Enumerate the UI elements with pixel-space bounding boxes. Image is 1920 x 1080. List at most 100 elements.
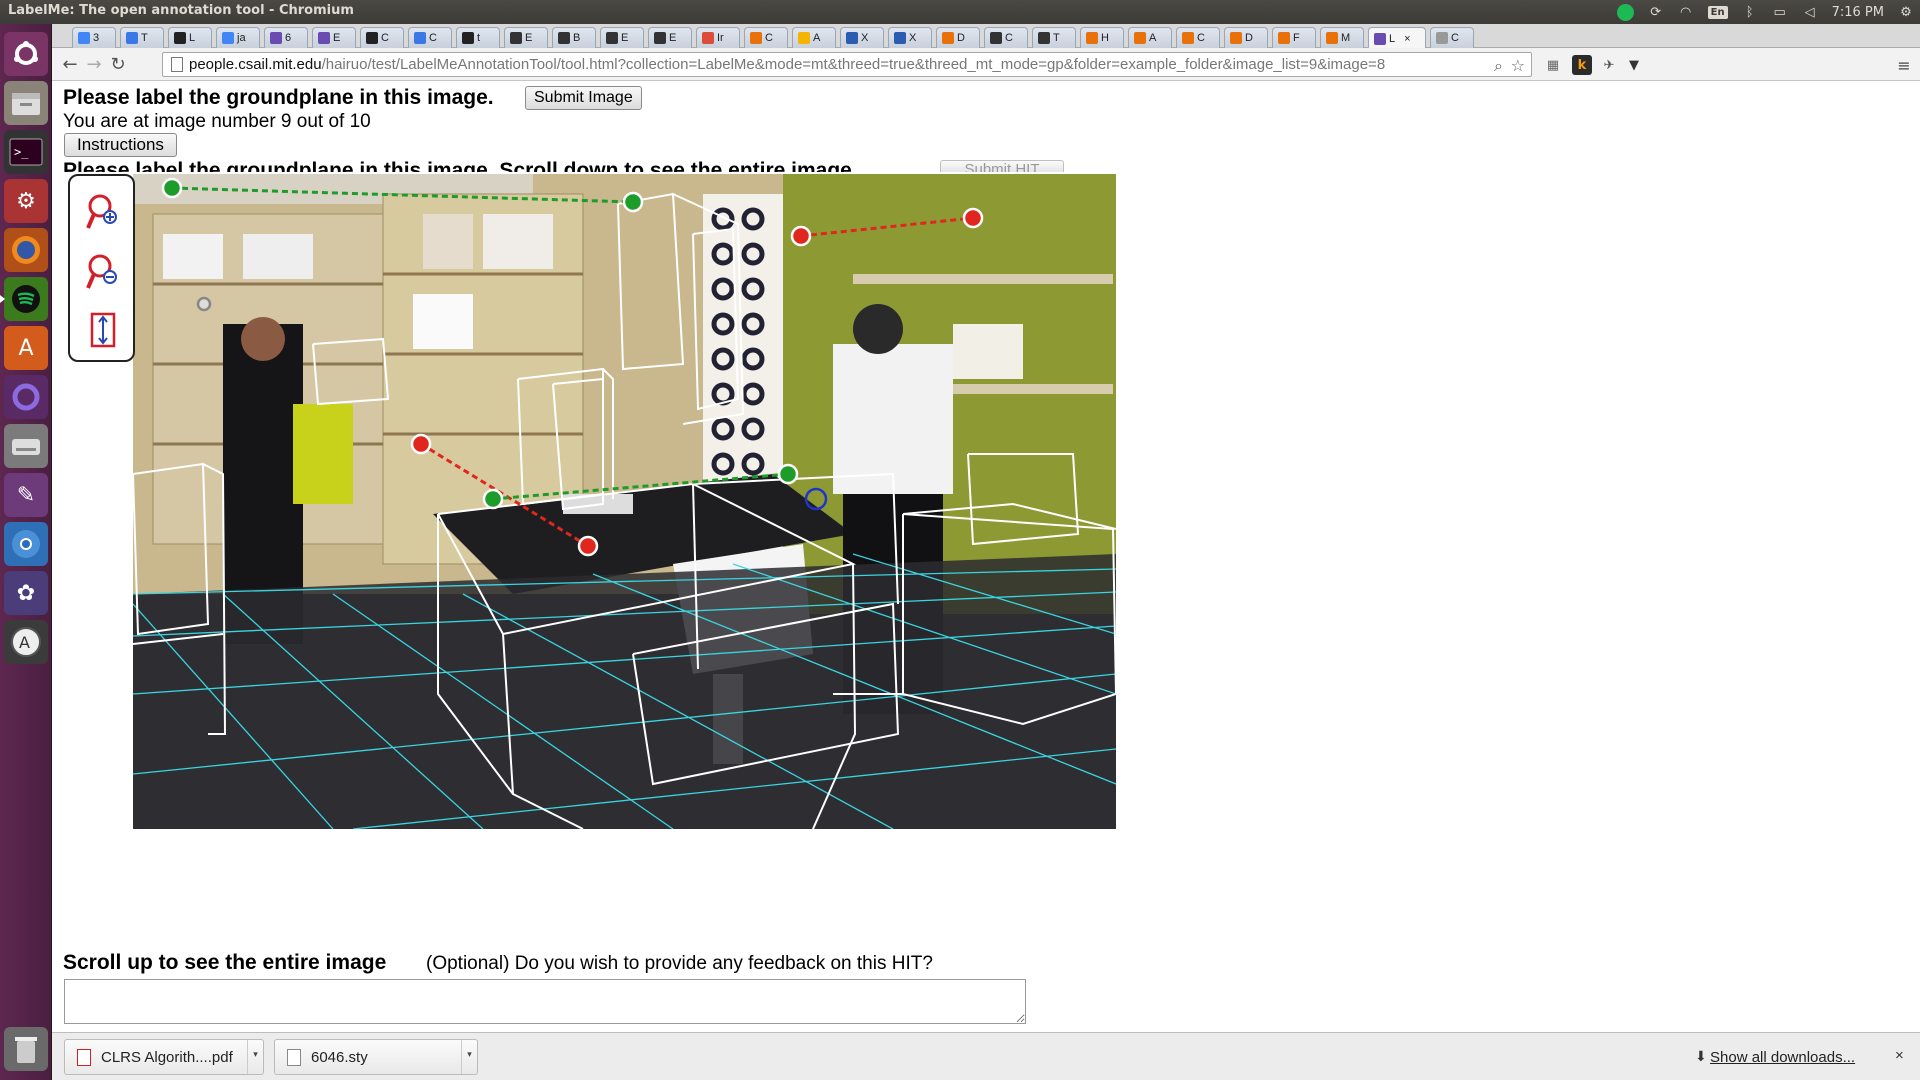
tab-label: E	[333, 32, 341, 44]
annotation-canvas[interactable]	[133, 174, 1116, 829]
control-point-green[interactable]	[622, 191, 644, 213]
browser-tab[interactable]: E	[504, 27, 548, 48]
browser-tab[interactable]: A	[1128, 27, 1172, 48]
unity-lens-icon[interactable]	[4, 375, 48, 419]
browser-tab[interactable]: C	[360, 27, 404, 48]
browser-tab[interactable]: L	[168, 27, 212, 48]
spotify-icon[interactable]	[0, 277, 48, 321]
browser-tab[interactable]: E	[648, 27, 692, 48]
zoom-out-icon[interactable]	[84, 250, 122, 294]
reload-icon[interactable]: ↻	[108, 55, 128, 75]
control-point-red[interactable]	[790, 225, 812, 247]
browser-tab[interactable]: C	[744, 27, 788, 48]
download-item[interactable]: CLRS Algorith....pdf ▾	[64, 1039, 264, 1075]
dash-home-icon[interactable]	[4, 32, 48, 76]
browser-tab[interactable]: T	[120, 27, 164, 48]
feedback-textarea[interactable]	[64, 979, 1026, 1024]
tab-label: F	[1293, 32, 1300, 44]
close-tab-icon[interactable]: ×	[1404, 33, 1410, 45]
browser-tab[interactable]: 6	[264, 27, 308, 48]
browser-tab[interactable]: C	[1430, 27, 1474, 48]
browser-tab[interactable]: A	[792, 27, 836, 48]
instructions-button[interactable]: Instructions	[64, 133, 177, 157]
close-shelf-icon[interactable]: ×	[1895, 1047, 1904, 1064]
tab-favicon-icon	[750, 32, 762, 44]
sync-icon[interactable]: ⟳	[1648, 4, 1664, 20]
browser-tab[interactable]: T	[1032, 27, 1076, 48]
extension-icon[interactable]: ▦	[1543, 55, 1563, 75]
pocket-icon[interactable]: ▼	[1624, 55, 1644, 75]
control-point-green[interactable]	[777, 463, 799, 485]
system-tray: ⟳ ◠ En ᛒ ▭ ◁ 7:16 PM ⚙	[1616, 0, 1914, 24]
browser-tab[interactable]: 3	[72, 27, 116, 48]
address-host: people.csail.mit.edu	[189, 56, 322, 73]
page-info-icon[interactable]	[171, 57, 183, 72]
software-updater-icon[interactable]: A	[4, 620, 48, 664]
software-center-icon[interactable]: A	[4, 326, 48, 370]
spotify-tray-icon[interactable]	[1616, 3, 1634, 21]
control-point-red[interactable]	[577, 535, 599, 557]
k-extension-icon[interactable]: k	[1572, 55, 1592, 75]
battery-icon[interactable]: ▭	[1772, 4, 1788, 20]
tab-label: Ir	[717, 32, 724, 44]
disk-drive-icon[interactable]	[4, 424, 48, 468]
menu-icon[interactable]: ≡	[1894, 55, 1914, 75]
photo-app-icon[interactable]: ✿	[4, 571, 48, 615]
browser-tab[interactable]: E	[600, 27, 644, 48]
submit-image-button[interactable]: Submit Image	[525, 86, 642, 110]
bluetooth-icon[interactable]: ᛒ	[1742, 4, 1758, 20]
browser-tab[interactable]: C	[984, 27, 1028, 48]
browser-tab[interactable]: D	[1224, 27, 1268, 48]
download-item[interactable]: 6046.sty ▾	[274, 1039, 478, 1075]
wifi-icon[interactable]: ◠	[1678, 4, 1694, 20]
control-point-green[interactable]	[482, 488, 504, 510]
browser-tab[interactable]: C	[1176, 27, 1220, 48]
files-icon[interactable]	[4, 81, 48, 125]
browser-tab[interactable]: X	[888, 27, 932, 48]
browser-tab[interactable]: B	[552, 27, 596, 48]
trash-icon[interactable]	[4, 1027, 48, 1071]
tab-favicon-icon	[1182, 32, 1194, 44]
bookmark-star-icon[interactable]: ☆	[1511, 56, 1525, 75]
terminal-icon[interactable]: >_	[4, 130, 48, 174]
keyboard-layout-indicator[interactable]: En	[1707, 5, 1728, 19]
submit-hit-button[interactable]: Submit HIT	[940, 160, 1064, 172]
image-progress-text: You are at image number 9 out of 10	[63, 111, 371, 132]
tab-favicon-icon	[174, 32, 186, 44]
address-bar[interactable]: people.csail.mit.edu/hairuo/test/LabelMe…	[162, 52, 1532, 77]
control-point-green[interactable]	[161, 177, 183, 199]
satellite-extension-icon[interactable]: ✈	[1599, 55, 1619, 75]
firefox-icon[interactable]	[4, 228, 48, 272]
zoom-in-icon[interactable]	[84, 190, 122, 234]
browser-tab[interactable]: F	[1272, 27, 1316, 48]
search-icon[interactable]: ⌕	[1494, 56, 1503, 76]
browser-tab[interactable]: D	[936, 27, 980, 48]
control-point-grey[interactable]	[196, 296, 212, 312]
browser-tab[interactable]: ja	[216, 27, 260, 48]
clock[interactable]: 7:16 PM	[1832, 5, 1884, 20]
browser-tab[interactable]: E	[312, 27, 356, 48]
download-menu-arrow-icon[interactable]: ▾	[461, 1040, 477, 1074]
annotated-photo[interactable]	[133, 174, 1116, 829]
browser-tab[interactable]: L ×	[1368, 27, 1426, 49]
chromium-icon[interactable]	[4, 522, 48, 566]
browser-tab[interactable]: C	[408, 27, 452, 48]
back-icon[interactable]: ←	[60, 55, 80, 75]
browser-tab[interactable]: Ir	[696, 27, 740, 48]
download-menu-arrow-icon[interactable]: ▾	[247, 1040, 263, 1074]
fit-to-screen-icon[interactable]	[84, 308, 122, 352]
forward-icon[interactable]: →	[84, 55, 104, 75]
system-settings-icon[interactable]: ⚙	[4, 179, 48, 223]
control-point-red[interactable]	[962, 207, 984, 229]
show-all-downloads-link[interactable]: Show all downloads...	[1710, 1049, 1855, 1066]
browser-tab[interactable]: X	[840, 27, 884, 48]
browser-tab[interactable]: H	[1080, 27, 1124, 48]
svg-text:A: A	[19, 633, 30, 652]
browser-tab[interactable]: t	[456, 27, 500, 48]
text-editor-icon[interactable]: ✎	[4, 473, 48, 517]
volume-icon[interactable]: ◁	[1802, 4, 1818, 20]
browser-tab[interactable]: M	[1320, 27, 1364, 48]
settings-gear-icon[interactable]: ⚙	[1898, 4, 1914, 20]
control-point-red[interactable]	[410, 433, 432, 455]
tab-label: X	[861, 32, 869, 44]
